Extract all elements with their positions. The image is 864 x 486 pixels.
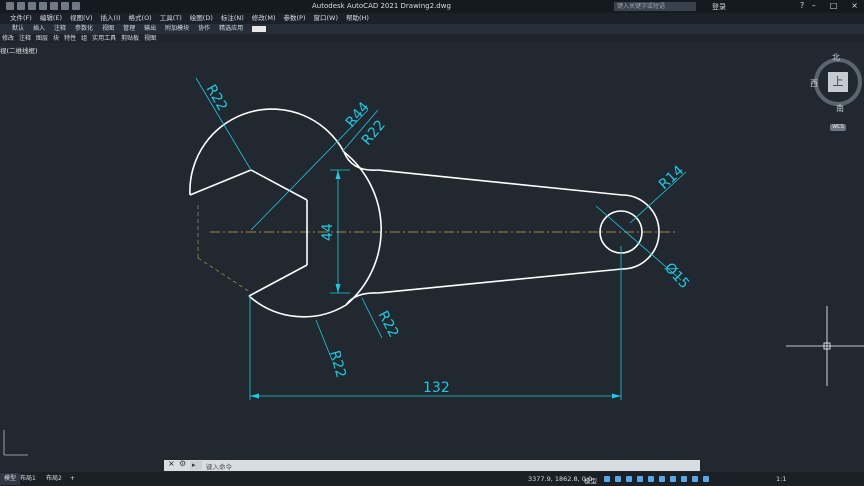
wcs-menu[interactable]: WCS [830, 124, 846, 131]
otrack-icon[interactable] [659, 476, 665, 482]
dimension-arrows [250, 170, 621, 399]
handle-bottom-edge [377, 268, 623, 294]
dim-r22-top: R22 [203, 82, 231, 114]
snap-icon[interactable] [615, 476, 621, 482]
head-upper-arc [189, 108, 345, 196]
command-line: × ⚙ ▸ 键入命令 [164, 459, 700, 471]
grid-icon[interactable] [604, 476, 610, 482]
annotation-scale[interactable]: 1:1 [776, 475, 786, 483]
dim-44: 44 [320, 223, 336, 241]
head-lower-arc [248, 295, 347, 318]
dim-132: 132 [423, 380, 450, 396]
viewcube-north[interactable]: 北 [832, 52, 840, 63]
status-bar: 模型 布局1 布局2 + 3377.9, 1862.8, 0.0 模型 1:1 [0, 472, 864, 486]
dim-r22-lower: R22 [374, 308, 401, 340]
jaw-edge-top [189, 169, 252, 196]
lineweight-icon[interactable] [670, 476, 676, 482]
close-icon[interactable]: × [168, 459, 175, 468]
fillet-lower [345, 292, 379, 306]
annotation-icon[interactable] [703, 476, 709, 482]
model-space-button[interactable]: 模型 [584, 475, 597, 485]
osnap-icon[interactable] [648, 476, 654, 482]
dim-r22-bottom: R22 [326, 349, 349, 380]
fillet-upper [343, 151, 379, 171]
polar-icon[interactable] [637, 476, 643, 482]
dimension-lines [195, 77, 687, 400]
transparency-icon[interactable] [681, 476, 687, 482]
command-input[interactable]: 键入命令 [206, 461, 232, 471]
tab-layout2[interactable]: 布局2 [42, 473, 66, 485]
ortho-icon[interactable] [626, 476, 632, 482]
jaw-edge-top-inner [250, 169, 308, 201]
drawing-canvas[interactable]: R22 R44 R22 R14 Ø15 44 R22 R22 132 [0, 0, 864, 486]
construction-line [197, 257, 251, 293]
selection-cycling-icon[interactable] [692, 476, 698, 482]
head-r44-arc [343, 151, 382, 306]
drafting-toggles [604, 476, 709, 482]
tab-layout1[interactable]: 布局1 [16, 473, 40, 485]
add-layout-icon[interactable]: + [66, 473, 79, 485]
jaw-edge-bottom-inner [248, 264, 308, 297]
coordinates-readout: 3377.9, 1862.8, 0.0 [528, 475, 593, 483]
dim-r14: R14 [656, 163, 687, 193]
dim-d15: Ø15 [661, 260, 692, 292]
viewcube-west[interactable]: 西 [810, 78, 818, 89]
command-prompt-icon[interactable]: ▸ [190, 461, 202, 470]
crosshair-cursor [786, 306, 864, 386]
viewcube-south[interactable]: 南 [836, 103, 844, 114]
ucs-icon [3, 430, 28, 456]
viewcube-top-face[interactable]: 上 [828, 72, 848, 92]
handle-top-edge [377, 169, 623, 196]
wrench-icon[interactable]: ⚙ [179, 459, 186, 468]
dim-r22-upper: R22 [359, 117, 389, 148]
